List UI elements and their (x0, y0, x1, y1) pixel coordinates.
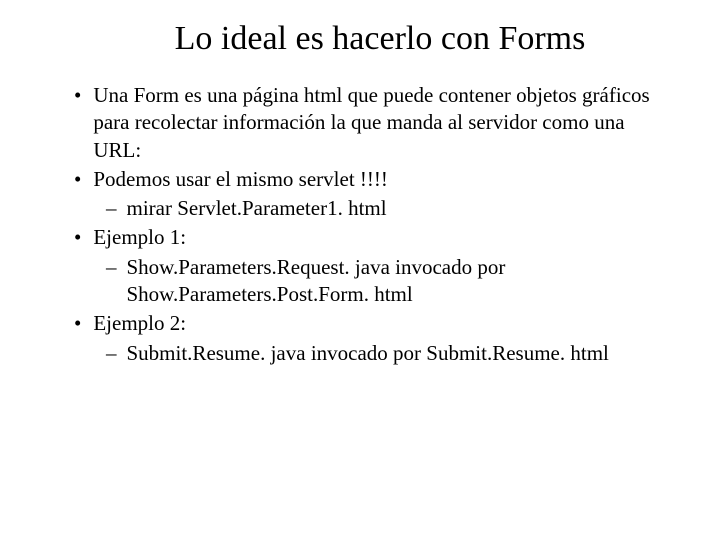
sub-bullet-text: Submit.Resume. java invocado por Submit.… (127, 340, 671, 367)
bullet-item: • Una Form es una página html que puede … (74, 82, 670, 164)
dash-marker-icon: – (106, 340, 117, 367)
bullet-text: Ejemplo 2: (93, 310, 670, 337)
bullet-item: • Podemos usar el mismo servlet !!!! (74, 166, 670, 193)
bullet-marker-icon: • (74, 166, 81, 193)
sub-bullet-text: mirar Servlet.Parameter1. html (127, 195, 671, 222)
sub-bullet-text: Show.Parameters.Request. java invocado p… (127, 254, 671, 309)
bullet-text: Ejemplo 1: (93, 224, 670, 251)
sub-bullet-item: – Show.Parameters.Request. java invocado… (106, 254, 670, 309)
bullet-marker-icon: • (74, 224, 81, 251)
sub-bullet-item: – mirar Servlet.Parameter1. html (106, 195, 670, 222)
bullet-marker-icon: • (74, 82, 81, 109)
sub-bullet-item: – Submit.Resume. java invocado por Submi… (106, 340, 670, 367)
bullet-marker-icon: • (74, 310, 81, 337)
dash-marker-icon: – (106, 254, 117, 281)
slide-title: Lo ideal es hacerlo con Forms (90, 20, 670, 58)
bullet-item: • Ejemplo 1: (74, 224, 670, 251)
bullet-text: Una Form es una página html que puede co… (93, 82, 670, 164)
dash-marker-icon: – (106, 195, 117, 222)
bullet-text: Podemos usar el mismo servlet !!!! (93, 166, 670, 193)
slide-content: • Una Form es una página html que puede … (50, 82, 670, 367)
bullet-item: • Ejemplo 2: (74, 310, 670, 337)
